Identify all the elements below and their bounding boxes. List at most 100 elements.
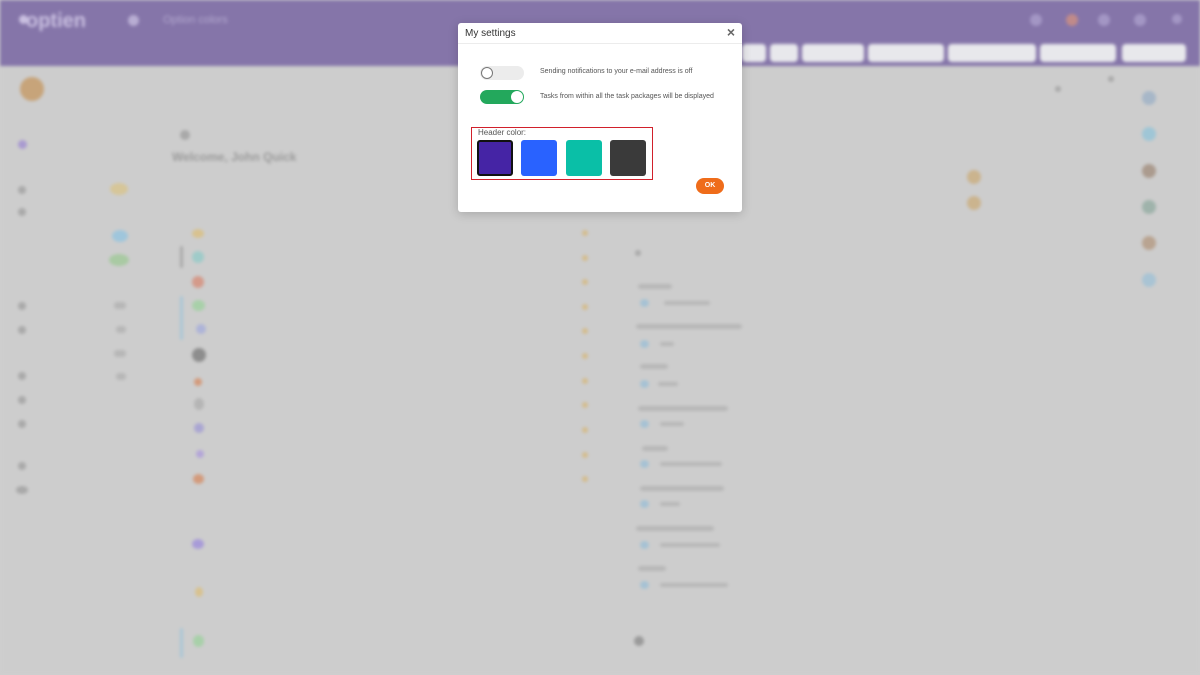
detail-text bbox=[638, 284, 672, 289]
modal-title: My settings bbox=[465, 28, 516, 39]
avatar bbox=[1142, 127, 1156, 141]
tab bbox=[770, 44, 798, 62]
user-avatar bbox=[20, 77, 44, 101]
task-icon bbox=[193, 474, 204, 484]
priority-dot bbox=[582, 304, 588, 310]
detail-text bbox=[660, 422, 684, 426]
detail-icon bbox=[640, 299, 649, 307]
task-icon bbox=[192, 539, 204, 549]
priority-dot bbox=[582, 230, 588, 236]
detail-icon bbox=[640, 541, 649, 549]
detail-text bbox=[658, 382, 678, 386]
avatar bbox=[1142, 200, 1156, 214]
tab bbox=[802, 44, 864, 62]
priority-dot bbox=[582, 452, 588, 458]
task-icon bbox=[194, 423, 204, 433]
email-notifications-label: Sending notifications to your e-mail add… bbox=[540, 68, 693, 75]
task-icon bbox=[196, 324, 206, 334]
priority-dot bbox=[582, 476, 588, 482]
show-all-tasks-toggle[interactable] bbox=[480, 90, 524, 104]
welcome-heading: Welcome, John Quick bbox=[172, 150, 297, 164]
priority-dot bbox=[582, 378, 588, 384]
modal-divider bbox=[458, 43, 742, 44]
sidebar-icon bbox=[18, 140, 27, 149]
tab bbox=[1122, 44, 1186, 62]
sidebar-count bbox=[116, 373, 126, 380]
priority-dot bbox=[582, 328, 588, 334]
task-icon bbox=[194, 378, 202, 386]
notifications-icon bbox=[1098, 14, 1110, 26]
ok-button[interactable]: OK bbox=[696, 178, 724, 194]
email-notifications-toggle[interactable] bbox=[480, 66, 524, 80]
task-icon bbox=[192, 251, 204, 263]
swatch-purple[interactable] bbox=[477, 140, 513, 176]
settings-icon bbox=[1134, 14, 1146, 26]
detail-text bbox=[660, 342, 674, 346]
toggle-knob bbox=[481, 67, 493, 79]
detail-text bbox=[640, 364, 668, 369]
task-icon bbox=[195, 587, 203, 597]
swatch-teal[interactable] bbox=[566, 140, 602, 176]
app-logo: optien bbox=[26, 10, 86, 32]
avatar bbox=[967, 170, 981, 184]
detail-text bbox=[636, 526, 714, 531]
apps-grid-icon bbox=[128, 15, 139, 26]
avatar bbox=[1142, 236, 1156, 250]
task-icon bbox=[194, 398, 204, 410]
tab bbox=[868, 44, 944, 62]
sidebar-icon bbox=[16, 486, 28, 494]
sidebar-icon bbox=[18, 372, 26, 380]
detail-icon bbox=[640, 380, 649, 388]
sidebar-badge bbox=[112, 230, 128, 242]
task-icon bbox=[193, 635, 204, 647]
priority-dot bbox=[582, 279, 588, 285]
sidebar-count bbox=[114, 350, 126, 357]
tab bbox=[1040, 44, 1116, 62]
detail-icon bbox=[635, 250, 641, 256]
sidebar-icon bbox=[18, 302, 26, 310]
sidebar-icon bbox=[18, 208, 26, 216]
detail-text bbox=[638, 566, 666, 571]
priority-dot bbox=[582, 353, 588, 359]
priority-dot bbox=[582, 402, 588, 408]
detail-text bbox=[638, 406, 728, 411]
avatar bbox=[1055, 86, 1061, 92]
show-all-tasks-label: Tasks from within all the task packages … bbox=[540, 93, 714, 100]
sidebar-icon bbox=[18, 462, 26, 470]
status-stripe bbox=[180, 246, 183, 268]
detail-icon bbox=[634, 636, 644, 646]
avatar bbox=[1108, 76, 1114, 82]
detail-icon bbox=[640, 340, 649, 348]
detail-text bbox=[660, 543, 720, 547]
priority-dot bbox=[582, 255, 588, 261]
detail-text bbox=[660, 462, 722, 466]
app-subtitle: Option colors bbox=[163, 14, 228, 26]
sidebar-icon bbox=[18, 396, 26, 404]
header-color-label: Header color: bbox=[478, 128, 527, 137]
detail-text bbox=[636, 324, 742, 329]
detail-icon bbox=[640, 500, 649, 508]
avatar bbox=[1066, 14, 1078, 26]
sidebar-count bbox=[114, 302, 126, 309]
task-icon bbox=[192, 229, 204, 238]
detail-text bbox=[664, 301, 710, 305]
detail-text bbox=[660, 502, 680, 506]
settings-modal: My settings × Sending notifications to y… bbox=[458, 23, 742, 212]
detail-text bbox=[660, 583, 728, 587]
detail-icon bbox=[640, 460, 649, 468]
sidebar-count bbox=[116, 326, 126, 333]
detail-icon bbox=[640, 420, 649, 428]
toggle-knob bbox=[511, 91, 523, 103]
sidebar-badge bbox=[110, 183, 128, 195]
close-icon[interactable]: × bbox=[724, 24, 738, 40]
swatch-dark-gray[interactable] bbox=[610, 140, 646, 176]
task-icon bbox=[192, 348, 206, 362]
task-icon bbox=[192, 276, 204, 288]
tab bbox=[742, 44, 766, 62]
header-color-section: Header color: bbox=[471, 127, 653, 180]
task-icon bbox=[196, 450, 204, 458]
avatar bbox=[1142, 164, 1156, 178]
avatar bbox=[967, 196, 981, 210]
filter-icon bbox=[180, 130, 190, 140]
swatch-blue[interactable] bbox=[521, 140, 557, 176]
